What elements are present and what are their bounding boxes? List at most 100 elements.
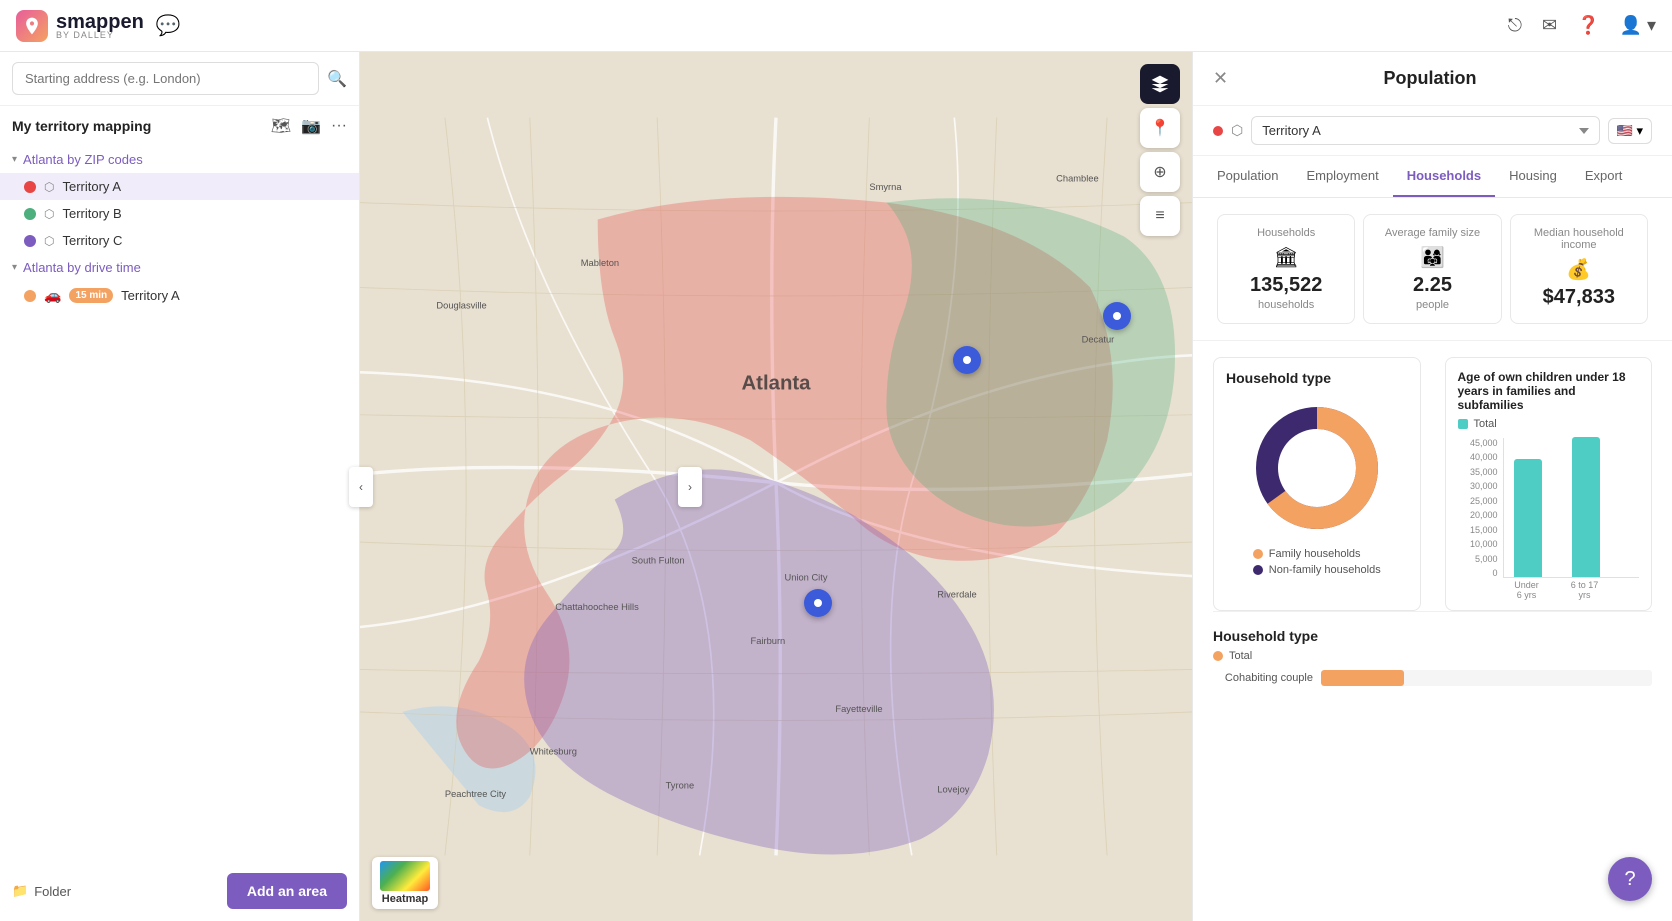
map-view-icon[interactable]: 🗺 xyxy=(271,116,291,136)
panel-scroll-area[interactable]: Households 🏛 135,522 households Average … xyxy=(1193,198,1672,921)
territory-item-b[interactable]: ⬡ Territory B xyxy=(0,200,359,227)
non-family-legend-item: Non-family households xyxy=(1253,564,1381,576)
tab-households[interactable]: Households xyxy=(1393,156,1495,197)
tab-housing[interactable]: Housing xyxy=(1495,156,1571,197)
donut-chart-area: Family households Non-family households xyxy=(1226,398,1408,576)
svg-text:Riverdale: Riverdale xyxy=(937,589,976,599)
household-type-chart: Household type xyxy=(1213,357,1421,611)
drive-territory-label: Territory A xyxy=(121,288,180,303)
stat-family-size: Average family size 👨‍👩‍👧 2.25 people xyxy=(1363,214,1501,324)
territory-c-label: Territory C xyxy=(62,233,122,248)
family-size-label: Average family size xyxy=(1372,227,1492,239)
group-drive-time[interactable]: ▾ Atlanta by drive time xyxy=(0,254,359,281)
folder-icon: 📁 xyxy=(12,883,28,899)
family-size-icon: 👨‍👩‍👧 xyxy=(1372,245,1492,270)
sidebar: 🔍 My territory mapping 🗺 📷 ··· ▾ Atlanta… xyxy=(0,52,360,921)
stat-income: Median household income 💰 $47,833 xyxy=(1510,214,1648,324)
svg-text:Mableton: Mableton xyxy=(581,258,619,268)
search-input[interactable] xyxy=(12,62,319,95)
panel-close-button[interactable]: ✕ xyxy=(1213,68,1228,89)
header-left: smappen by DALLEY 💬 xyxy=(16,10,181,42)
cohabiting-bar: Cohabiting couple xyxy=(1213,670,1652,686)
chat-support-button[interactable]: ? xyxy=(1608,857,1652,901)
charts-row-1: Household type xyxy=(1213,357,1652,611)
non-family-legend-dot xyxy=(1253,565,1263,575)
panel-title: Population xyxy=(1384,68,1477,89)
family-legend-item: Family households xyxy=(1253,548,1381,560)
mail-icon[interactable]: ✉ xyxy=(1542,15,1557,36)
income-icon: 💰 xyxy=(1519,257,1639,282)
map-pin-south[interactable] xyxy=(804,589,832,617)
share-icon[interactable]: ⎋ xyxy=(1508,15,1522,36)
bars-area xyxy=(1503,438,1640,578)
search-bar: 🔍 xyxy=(0,52,359,106)
svg-text:Chamblee: Chamblee xyxy=(1056,173,1099,183)
non-family-legend-label: Non-family households xyxy=(1269,564,1381,576)
logo[interactable]: smappen by DALLEY xyxy=(16,10,144,42)
bar-chart-inner-wrap: 45,000 40,000 35,000 30,000 25,000 20,00… xyxy=(1503,438,1640,598)
panel-collapse-button[interactable]: › xyxy=(678,467,702,507)
second-legend-dot xyxy=(1213,651,1223,661)
age-chart-title: Age of own children under 18 years in fa… xyxy=(1458,370,1640,412)
flag-select[interactable]: 🇺🇸 ▾ xyxy=(1608,118,1652,144)
layers-tool-button[interactable] xyxy=(1140,64,1180,104)
svg-text:Douglasville: Douglasville xyxy=(436,301,486,311)
income-value: $47,833 xyxy=(1519,286,1639,309)
right-panel: ✕ Population ⬡ Territory A 🇺🇸 ▾ Populati… xyxy=(1192,52,1672,921)
chat-icon[interactable]: 💬 xyxy=(156,13,181,38)
territory-b-label: Territory B xyxy=(62,206,121,221)
households-sub: households xyxy=(1226,299,1346,311)
drive-time-territory-a[interactable]: 🚗 15 min Territory A xyxy=(0,281,359,310)
data-tool-button[interactable]: ≡ xyxy=(1140,196,1180,236)
age-children-chart: Age of own children under 18 years in fa… xyxy=(1445,357,1653,611)
territory-a-label: Territory A xyxy=(62,179,121,194)
folder-button[interactable]: 📁 Folder xyxy=(12,883,71,899)
territory-selector-dot xyxy=(1213,126,1223,136)
bar-chart-legend: Total xyxy=(1458,418,1640,430)
header-right: ⎋ ✉ ❓ 👤 ▾ xyxy=(1508,15,1656,36)
family-size-value: 2.25 xyxy=(1372,274,1492,297)
location-tool-button[interactable]: 📍 xyxy=(1140,108,1180,148)
donut-svg xyxy=(1247,398,1387,538)
stat-households: Households 🏛 135,522 households xyxy=(1217,214,1355,324)
more-icon[interactable]: ··· xyxy=(331,117,347,135)
cohabiting-bar-track xyxy=(1321,670,1652,686)
tab-population[interactable]: Population xyxy=(1203,156,1292,197)
sidebar-title: My territory mapping xyxy=(12,118,151,134)
panel-header: ✕ Population xyxy=(1193,52,1672,106)
chat-support-icon: ? xyxy=(1624,868,1635,891)
territory-item-c[interactable]: ⬡ Territory C xyxy=(0,227,359,254)
map-area[interactable]: Atlanta Smyrna Chamblee Mableton Douglas… xyxy=(360,52,1192,921)
tab-employment[interactable]: Employment xyxy=(1292,156,1392,197)
stats-row: Households 🏛 135,522 households Average … xyxy=(1193,198,1672,341)
account-icon[interactable]: 👤 ▾ xyxy=(1620,15,1656,36)
drive-badge: 15 min xyxy=(69,288,113,303)
map-pin-east[interactable] xyxy=(1103,302,1131,330)
svg-text:Whitesburg: Whitesburg xyxy=(530,746,577,756)
territory-item-a[interactable]: ⬡ Territory A xyxy=(0,173,359,200)
drive-icon: 🚗 xyxy=(44,287,61,304)
heatmap-button[interactable]: Heatmap xyxy=(372,857,438,909)
svg-text:Fairburn: Fairburn xyxy=(751,636,786,646)
heatmap-label: Heatmap xyxy=(382,893,428,905)
household-type-title: Household type xyxy=(1226,370,1408,386)
hexagon-icon: ⬡ xyxy=(44,180,54,194)
family-legend-label: Family households xyxy=(1269,548,1361,560)
tab-export[interactable]: Export xyxy=(1571,156,1637,197)
help-icon[interactable]: ❓ xyxy=(1577,15,1599,36)
panel-tabs: Population Employment Households Housing… xyxy=(1193,156,1672,198)
map-pin-atlanta[interactable] xyxy=(953,346,981,374)
family-legend-dot xyxy=(1253,549,1263,559)
search-button[interactable]: 🔍 xyxy=(327,69,347,89)
add-area-button[interactable]: Add an area xyxy=(227,873,347,909)
group-zip-codes[interactable]: ▾ Atlanta by ZIP codes xyxy=(0,146,359,173)
territory-selector: ⬡ Territory A 🇺🇸 ▾ xyxy=(1193,106,1672,156)
camera-icon[interactable]: 📷 xyxy=(301,116,321,136)
territory-select-dropdown[interactable]: Territory A xyxy=(1251,116,1599,145)
bar-under6 xyxy=(1514,459,1542,577)
svg-text:Fayetteville: Fayetteville xyxy=(835,704,882,714)
sidebar-collapse-button[interactable]: ‹ xyxy=(349,467,373,507)
filter-tool-button[interactable]: ⊕ xyxy=(1140,152,1180,192)
chevron-down-icon: ▾ xyxy=(12,154,17,165)
map-background: Atlanta Smyrna Chamblee Mableton Douglas… xyxy=(360,52,1192,921)
